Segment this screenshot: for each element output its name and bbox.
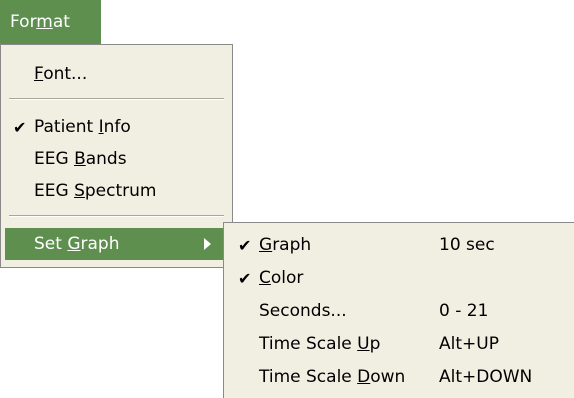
menu-item-patient-info[interactable]: ✔ Patient Info	[1, 112, 232, 142]
format-menu[interactable]: Format	[0, 0, 101, 44]
set-graph-submenu: ✔ Graph 10 sec ✔ Color Seconds... 0 - 21…	[223, 222, 574, 398]
format-menu-label: Format	[10, 12, 70, 32]
format-dropdown: Font... ✔ Patient Info EEG Bands EEG Spe…	[0, 44, 233, 268]
submenu-item-time-scale-down-shortcut: Alt+DOWN	[439, 367, 533, 387]
menu-item-eeg-bands[interactable]: EEG Bands	[1, 144, 232, 174]
menu-separator	[9, 98, 224, 100]
submenu-item-seconds-label: Seconds...	[259, 301, 347, 321]
menu-item-set-graph[interactable]: Set Graph	[5, 228, 228, 260]
submenu-item-time-scale-up[interactable]: Time Scale Up Alt+UP	[224, 329, 574, 359]
menu-item-eeg-spectrum[interactable]: EEG Spectrum	[1, 176, 232, 206]
check-icon: ✔	[238, 235, 252, 255]
menu-item-eeg-bands-label: EEG Bands	[34, 149, 127, 169]
menu-item-set-graph-label: Set Graph	[34, 234, 120, 254]
submenu-arrow-icon	[204, 238, 211, 250]
submenu-item-color[interactable]: ✔ Color	[224, 263, 574, 293]
submenu-item-time-scale-down-label: Time Scale Down	[259, 367, 406, 387]
submenu-item-seconds-value: 0 - 21	[439, 301, 489, 321]
check-icon: ✔	[238, 268, 252, 288]
menu-item-eeg-spectrum-label: EEG Spectrum	[34, 181, 157, 201]
submenu-item-time-scale-up-shortcut: Alt+UP	[439, 334, 499, 354]
submenu-item-time-scale-up-label: Time Scale Up	[259, 334, 381, 354]
submenu-item-color-label: Color	[259, 268, 304, 288]
menu-item-font[interactable]: Font...	[1, 59, 232, 89]
submenu-item-graph-label: Graph	[259, 235, 312, 255]
submenu-item-graph[interactable]: ✔ Graph 10 sec	[224, 230, 574, 260]
submenu-item-time-scale-down[interactable]: Time Scale Down Alt+DOWN	[224, 362, 574, 392]
submenu-item-seconds[interactable]: Seconds... 0 - 21	[224, 296, 574, 326]
menu-separator	[9, 215, 224, 217]
menu-item-patient-info-label: Patient Info	[34, 117, 131, 137]
menu-item-font-label: Font...	[34, 64, 88, 84]
submenu-item-graph-value: 10 sec	[439, 235, 495, 255]
check-icon: ✔	[13, 117, 27, 137]
